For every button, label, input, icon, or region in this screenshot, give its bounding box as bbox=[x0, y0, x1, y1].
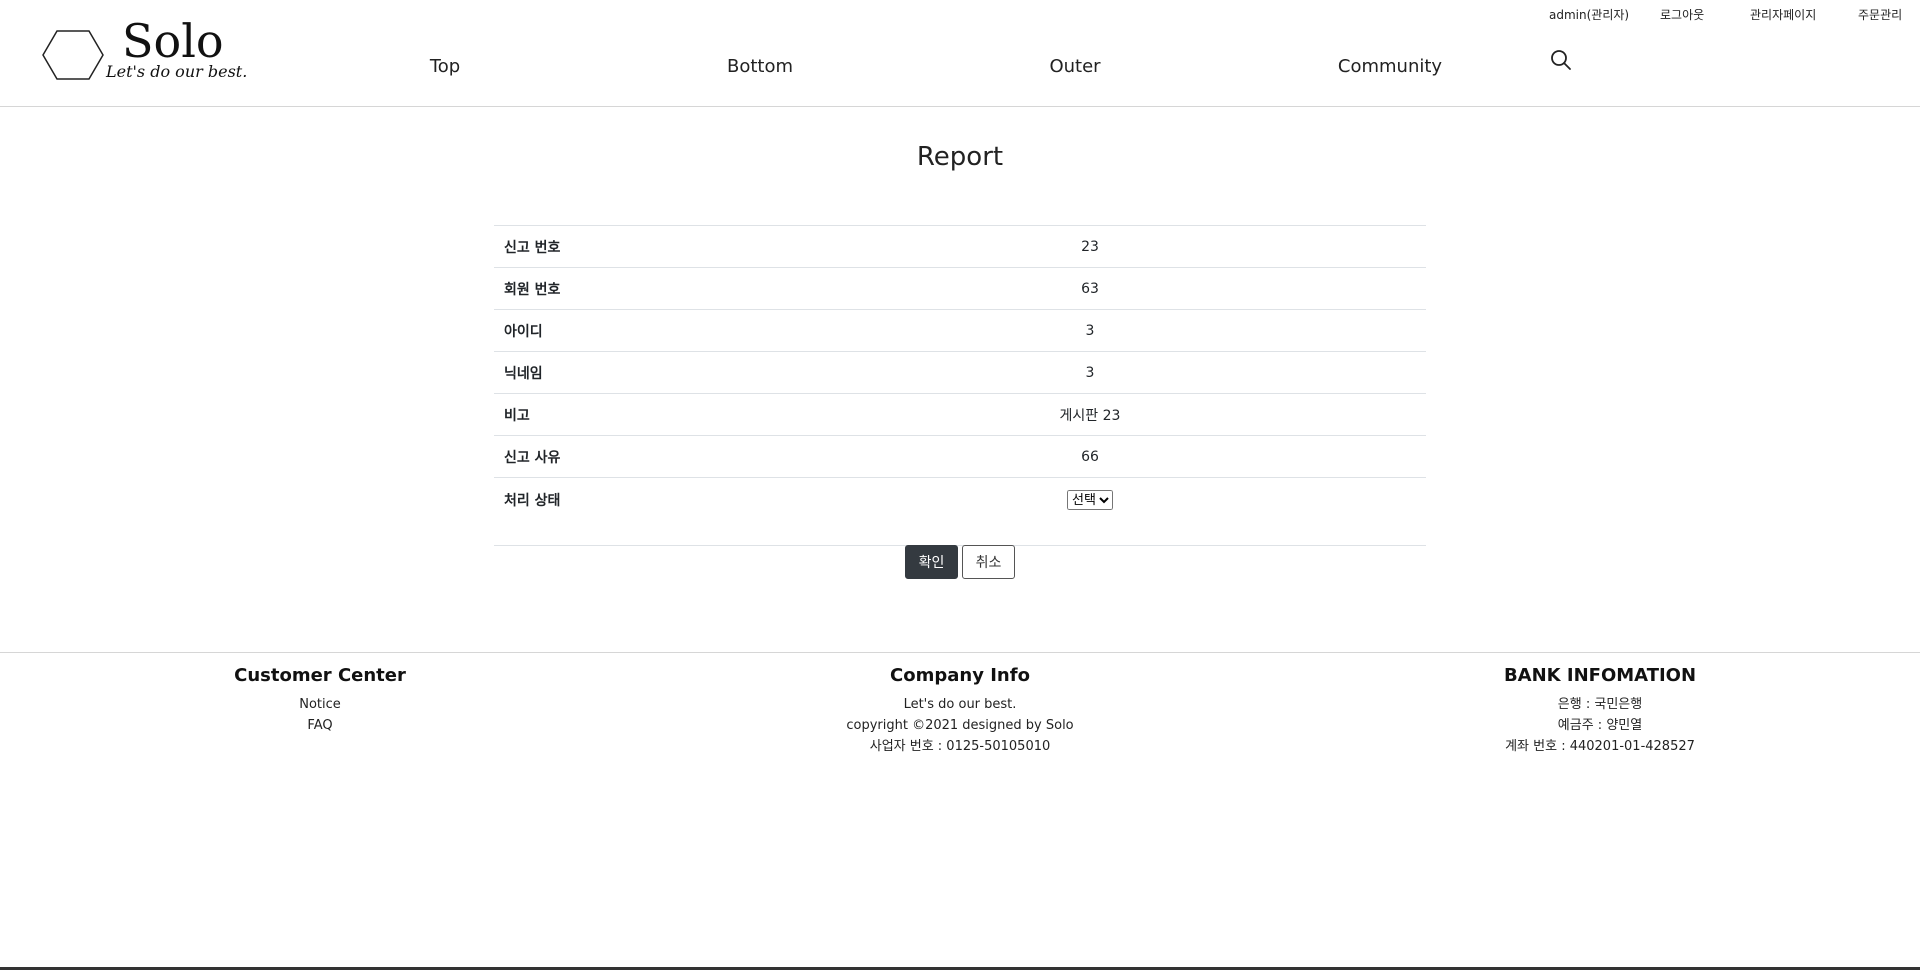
site-header: Solo Let's do our best. Top Bottom Outer… bbox=[0, 0, 1920, 107]
site-footer: Customer Center Notice FAQ Company Info … bbox=[0, 652, 1920, 969]
company-info-title: Company Info bbox=[890, 665, 1030, 686]
report-detail-table: 신고 번호 23 회원 번호 63 아이디 3 닉네임 3 비고 게시판 23 … bbox=[494, 225, 1426, 546]
faq-link[interactable]: FAQ bbox=[120, 715, 520, 736]
site-logo[interactable]: Solo Let's do our best. bbox=[42, 16, 272, 86]
nav-top[interactable]: Top bbox=[430, 56, 460, 77]
company-info-section: Company Info Let's do our best. copyrigh… bbox=[760, 665, 1160, 757]
process-status-select[interactable]: 선택 bbox=[1067, 490, 1113, 510]
nickname-value: 3 bbox=[804, 351, 1426, 394]
process-status-label: 처리 상태 bbox=[494, 477, 804, 546]
hexagon-logo-icon bbox=[42, 30, 104, 80]
user-name: admin(관리자) bbox=[1549, 8, 1630, 22]
nav-community[interactable]: Community bbox=[1338, 56, 1442, 77]
account-number: 계좌 번호 : 440201-01-428527 bbox=[1505, 739, 1695, 754]
table-row: 회원 번호 63 bbox=[494, 267, 1426, 310]
business-number: 사업자 번호 : 0125-50105010 bbox=[869, 739, 1051, 754]
member-number-label: 회원 번호 bbox=[494, 267, 804, 310]
nav-bottom[interactable]: Bottom bbox=[727, 56, 793, 77]
search-icon[interactable] bbox=[1550, 49, 1572, 71]
customer-center-title: Customer Center bbox=[234, 665, 406, 686]
logout-link[interactable]: 로그아웃 bbox=[1660, 6, 1704, 23]
bank-info-title: BANK INFOMATION bbox=[1503, 665, 1697, 686]
admin-page-link[interactable]: 관리자페이지 bbox=[1750, 6, 1816, 23]
remarks-value: 게시판 23 bbox=[804, 393, 1426, 436]
confirm-button[interactable]: 확인 bbox=[905, 545, 958, 579]
table-row: 비고 게시판 23 bbox=[494, 393, 1426, 436]
remarks-label: 비고 bbox=[494, 393, 804, 436]
account-holder: 예금주 : 양민열 bbox=[1557, 718, 1643, 733]
nickname-label: 닉네임 bbox=[494, 351, 804, 394]
table-row: 닉네임 3 bbox=[494, 351, 1426, 394]
nav-outer[interactable]: Outer bbox=[1049, 56, 1100, 77]
report-number-label: 신고 번호 bbox=[494, 225, 804, 268]
customer-center-section: Customer Center Notice FAQ bbox=[120, 665, 520, 736]
notice-link[interactable]: Notice bbox=[120, 694, 520, 715]
logo-title: Solo bbox=[122, 14, 224, 68]
report-reason-value: 66 bbox=[804, 435, 1426, 478]
page-title: Report bbox=[916, 142, 1004, 172]
process-status-cell: 선택 bbox=[804, 477, 1426, 546]
report-number-value: 23 bbox=[804, 225, 1426, 268]
user-id-value: 3 bbox=[804, 309, 1426, 352]
cancel-button[interactable]: 취소 bbox=[962, 545, 1015, 579]
bank-name: 은행 : 국민은행 bbox=[1557, 697, 1643, 712]
company-slogan: Let's do our best. bbox=[903, 697, 1017, 712]
table-row: 신고 번호 23 bbox=[494, 225, 1426, 268]
copyright-text: copyright ©2021 designed by Solo bbox=[846, 718, 1074, 733]
table-row: 신고 사유 66 bbox=[494, 435, 1426, 478]
member-number-value: 63 bbox=[804, 267, 1426, 310]
logo-subtitle: Let's do our best. bbox=[106, 62, 248, 81]
table-row: 아이디 3 bbox=[494, 309, 1426, 352]
order-manage-link[interactable]: 주문관리 bbox=[1858, 6, 1902, 23]
bank-info-section: BANK INFOMATION 은행 : 국민은행 예금주 : 양민열 계좌 번… bbox=[1400, 665, 1800, 757]
table-row: 처리 상태 선택 bbox=[494, 477, 1426, 546]
user-id-label: 아이디 bbox=[494, 309, 804, 352]
report-reason-label: 신고 사유 bbox=[494, 435, 804, 478]
